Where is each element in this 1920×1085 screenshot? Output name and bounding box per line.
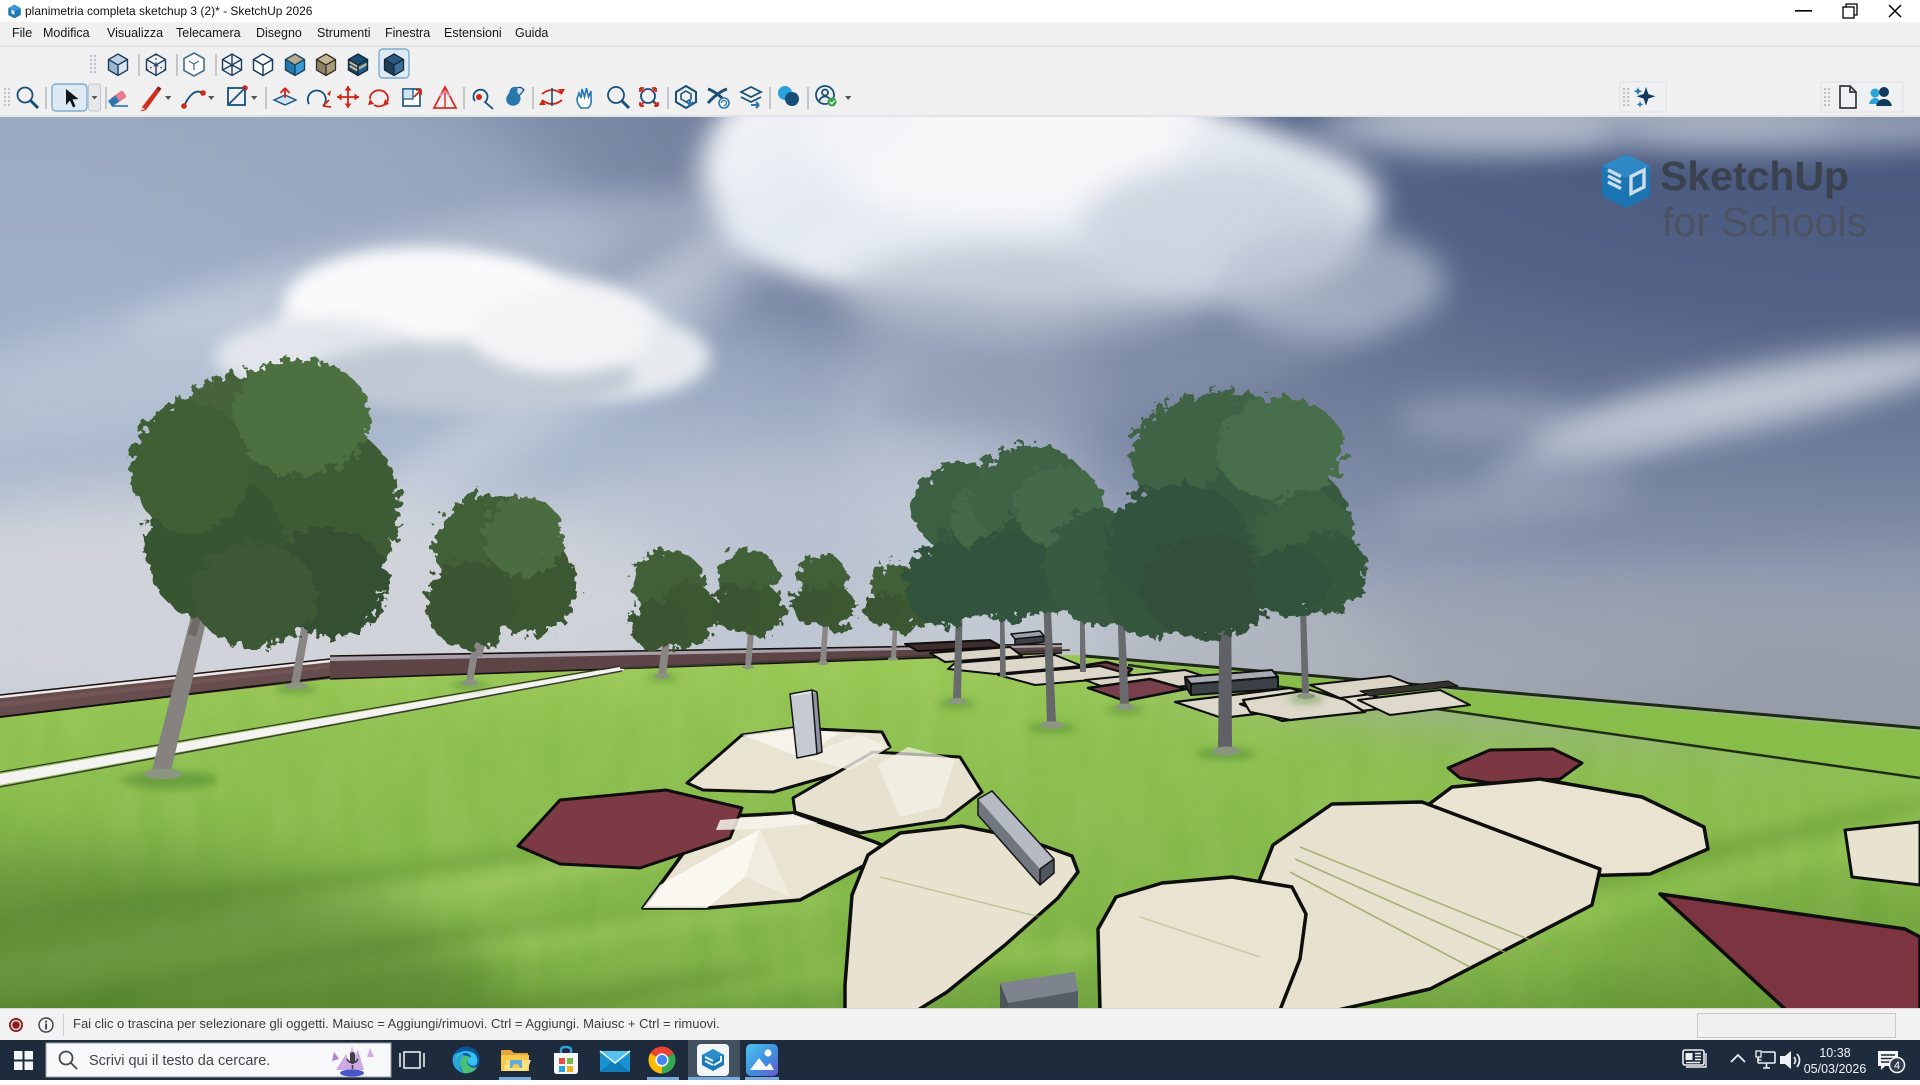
svg-text:Scrivi qui il testo da cercare: Scrivi qui il testo da cercare. [89, 1053, 270, 1069]
svg-text:10:38: 10:38 [1819, 1046, 1850, 1060]
svg-text:for Schools: for Schools [1662, 199, 1867, 245]
svg-text:05/03/2026: 05/03/2026 [1804, 1062, 1867, 1076]
svg-text:SketchUp: SketchUp [1660, 153, 1849, 199]
svg-text:4: 4 [1894, 1060, 1900, 1072]
